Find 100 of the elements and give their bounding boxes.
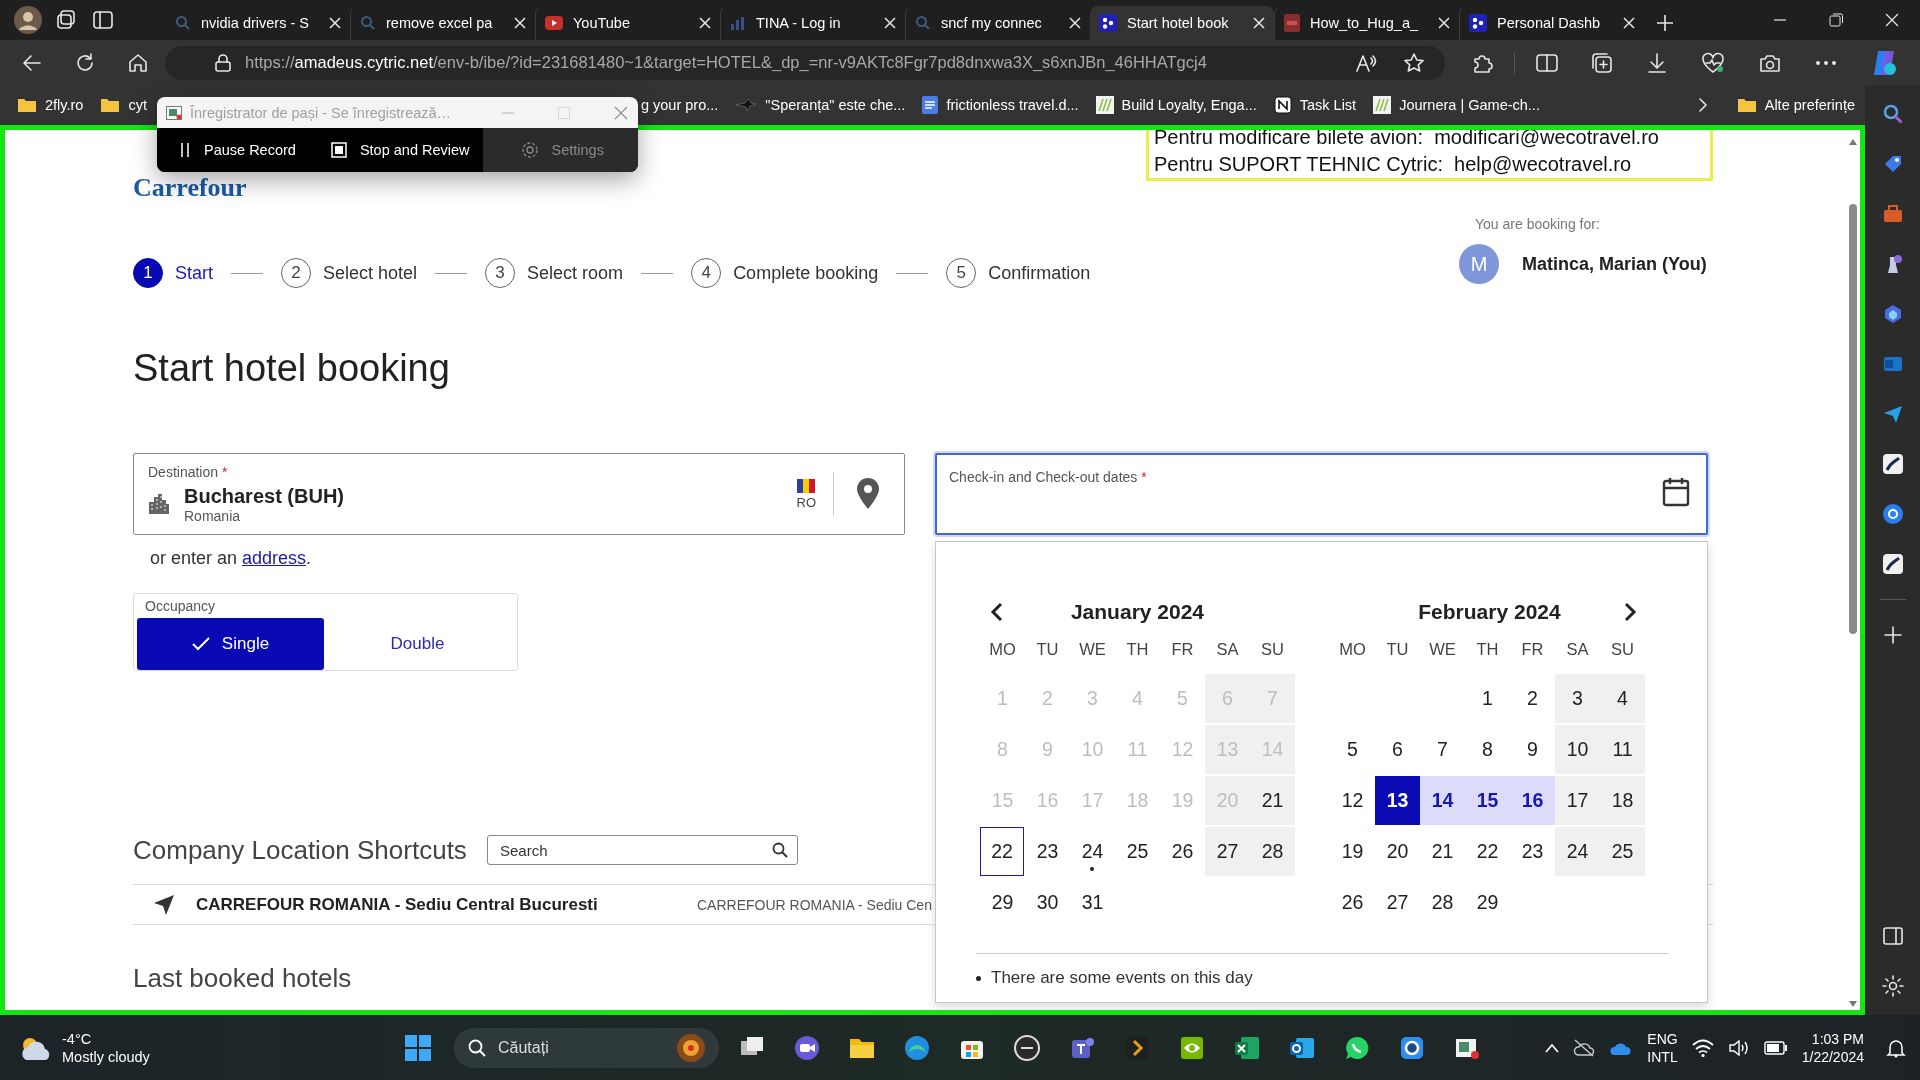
calendar-day[interactable]: 14 [1420,776,1465,825]
bookmark-link[interactable]: cyt [128,97,147,113]
step[interactable]: 5 Confirmation [946,258,1091,288]
calendar-day[interactable]: 4 [1600,674,1645,723]
calendar-day[interactable]: 8 [1465,725,1510,774]
address-field[interactable]: https://amadeus.cytric.net/env-b/ibe/?id=231681480~1&target=HOTEL&_dp_=nr-v9AKTc8Fgr7pd8dnxwa3X_s6xnJBn_46HHATgcj4 [165,45,1445,80]
video-camera-icon[interactable] [793,1033,821,1062]
bookmark-link[interactable]: Build Loyalty, Enga... [1121,97,1257,113]
calendar-day[interactable]: 20 [1375,827,1420,876]
chevron-right-icon[interactable] [1623,602,1637,622]
browser-icon[interactable] [903,1033,931,1062]
round-logo-icon[interactable] [1881,453,1904,475]
search-icon[interactable] [1881,103,1904,125]
chevron-right-icon[interactable] [1696,97,1709,113]
calendar-day[interactable]: 22 [1465,827,1510,876]
destination-field[interactable]: Destination * Bucharest (BUH) Romania RO [133,453,905,535]
calendar-day[interactable]: 21 [1250,776,1295,825]
calendar-day[interactable]: 28 [1250,827,1295,876]
calendar-day[interactable]: 18 [1600,776,1645,825]
calendar-day[interactable]: 26 [1330,878,1375,927]
bookmark-link[interactable]: Journera | Game-ch... [1399,97,1540,113]
chevron-up-icon[interactable] [1545,1042,1560,1053]
calendar-day[interactable]: 29 [1465,878,1510,927]
round-logo-icon[interactable] [1881,553,1904,575]
wifi-icon[interactable] [1691,1038,1714,1057]
bookmark-link[interactable]: frictionless travel.d... [946,97,1079,113]
bookmark-link[interactable]: g your pro... [640,97,719,113]
scroll-up-icon[interactable] [1848,138,1858,146]
step[interactable]: 3 Select room [485,258,624,288]
calendar-day[interactable]: 12 [1330,776,1375,825]
home-icon[interactable] [128,52,148,73]
new-tab-icon[interactable] [1656,14,1674,32]
taskbar-search-field[interactable]: Căutați [454,1027,719,1068]
calendar-day[interactable]: 16 [1510,776,1555,825]
restore-icon[interactable] [1829,13,1843,27]
calendar-day[interactable]: 19 [1330,827,1375,876]
calendar-day[interactable]: 1 [1465,674,1510,723]
calendar-day[interactable]: 25 [1115,827,1160,876]
download-icon[interactable] [1646,51,1668,74]
calendar-day[interactable]: 26 [1160,827,1205,876]
calendar-day[interactable]: 23 [1025,827,1070,876]
more-icon[interactable] [1815,59,1837,66]
calendar-day[interactable]: 24 [1070,827,1115,876]
calendar-day[interactable]: 23 [1510,827,1555,876]
scroll-down-icon[interactable] [1848,1000,1858,1008]
calendar-day[interactable]: 7 [1420,725,1465,774]
split-screen-icon[interactable] [1536,52,1558,73]
battery-icon[interactable] [1763,1040,1788,1055]
round-logo-icon[interactable] [1013,1033,1041,1062]
star-icon[interactable] [1403,51,1425,74]
location-name[interactable]: CARREFOUR ROMANIA - Sediu Central Bucuresti [196,894,697,915]
cloud-off-icon[interactable] [1573,1038,1596,1057]
calendar-day[interactable]: 25 [1600,827,1645,876]
read-aloud-icon[interactable] [1355,52,1377,73]
heart-pulse-icon[interactable] [1701,51,1725,74]
calendar-day[interactable]: 29 [980,878,1025,927]
bookmark-link[interactable]: "Speranța" este che... [765,97,906,113]
tab-actions-icon[interactable] [92,9,114,31]
calendar-day[interactable]: 13 [1375,776,1420,825]
occupancy-option[interactable]: Single [137,618,324,670]
back-icon[interactable] [22,52,42,73]
calendar-day[interactable]: 5 [1330,725,1375,774]
calendar-day[interactable]: 30 [1025,878,1070,927]
calendar-day[interactable]: 10 [1555,725,1600,774]
step[interactable]: 2 Select hotel [281,258,418,288]
step[interactable]: 1 Start [133,258,213,288]
scrollbar-thumb[interactable] [1849,204,1857,634]
map-pin-icon[interactable] [856,478,880,510]
step[interactable]: 4 Complete booking [691,258,879,288]
calendar-day[interactable]: 21 [1420,827,1465,876]
calendar-day[interactable]: 17 [1555,776,1600,825]
notification-bell-icon[interactable] [1886,1037,1906,1058]
volume-icon[interactable] [1727,1038,1750,1057]
calendar-day[interactable]: 2 [1510,674,1555,723]
calendar-day[interactable]: 15 [1465,776,1510,825]
calendar-day[interactable]: 31 [1070,878,1115,927]
browser-tab[interactable]: Start hotel book [1090,6,1274,40]
bookmark-link[interactable]: 2fly.ro [45,97,84,113]
clock[interactable]: 1:03 PM 1/22/2024 [1801,1029,1864,1066]
calendar-day[interactable]: 9 [1510,725,1555,774]
plus-icon[interactable] [1883,626,1902,644]
calendar-day[interactable]: 6 [1375,725,1420,774]
browser-tab[interactable]: nvidia drivers - S [166,6,350,40]
chevron-left-icon[interactable] [990,602,1004,622]
calendar-day[interactable]: 27 [1205,827,1250,876]
calendar-day[interactable]: 28 [1420,878,1465,927]
calendar-day[interactable]: 11 [1600,725,1645,774]
bookmark-link[interactable]: Task List [1299,97,1357,113]
address-link[interactable]: address [242,548,307,568]
dates-field[interactable]: Check-in and Check-out dates * [935,453,1708,535]
language-indicator[interactable]: ENG INTL [1647,1029,1678,1066]
calendar-icon[interactable] [1662,477,1690,507]
calendar-day[interactable]: 22 [980,827,1024,876]
windows-start-icon[interactable] [405,1034,431,1061]
collections-icon[interactable] [1591,51,1613,74]
reload-icon[interactable] [75,52,95,73]
workspaces-icon[interactable] [56,9,78,31]
toolbox-icon[interactable] [1881,203,1904,225]
panel-icon[interactable] [1882,927,1903,945]
calendar-day[interactable]: 3 [1555,674,1600,723]
